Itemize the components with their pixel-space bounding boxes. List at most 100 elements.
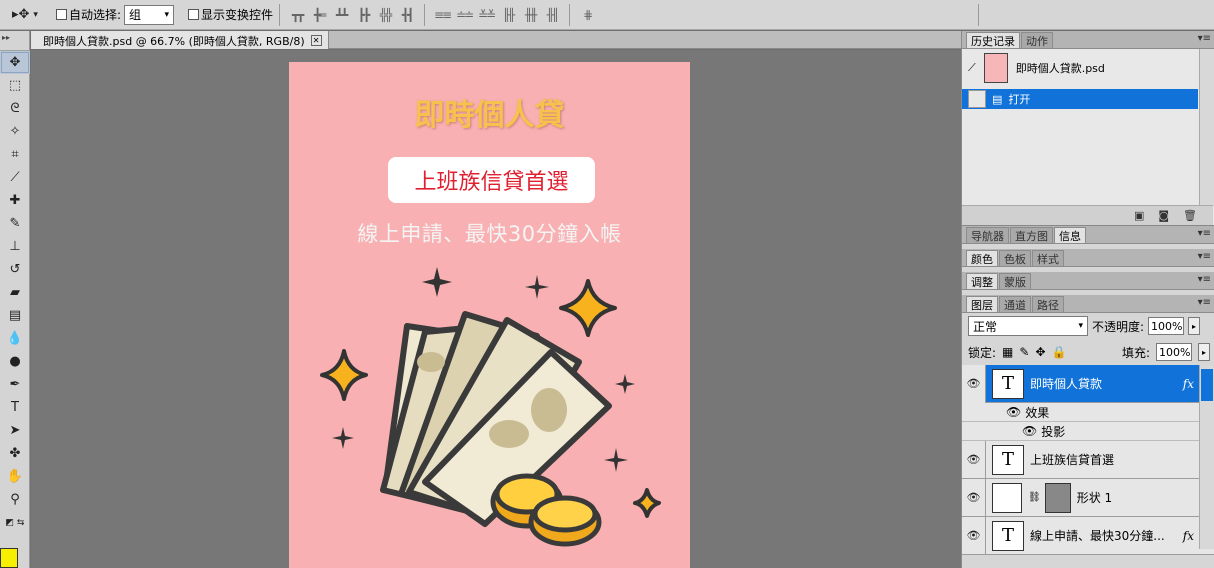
- brush-tool-icon[interactable]: ✎: [0, 212, 30, 235]
- opacity-input[interactable]: 100%: [1148, 317, 1185, 335]
- history-source-checkbox[interactable]: [968, 90, 986, 108]
- distribute-left-icon[interactable]: ╟╟: [497, 4, 519, 26]
- layers-scrollbar[interactable]: [1199, 365, 1214, 549]
- fill-slider-button[interactable]: ▸: [1198, 343, 1210, 361]
- tab-histogram[interactable]: 直方图: [1010, 227, 1053, 243]
- tab-actions[interactable]: 动作: [1021, 32, 1053, 48]
- eyedropper-tool-icon[interactable]: ⟋: [0, 166, 30, 189]
- close-icon[interactable]: ✕: [310, 35, 322, 46]
- tab-layers[interactable]: 图层: [966, 296, 998, 312]
- layer-row[interactable]: 👁 ⛓ 形状 1: [962, 478, 1214, 517]
- marquee-tool-icon[interactable]: ⬚: [0, 74, 30, 97]
- eye-icon[interactable]: 👁: [962, 364, 986, 403]
- path-selection-tool-icon[interactable]: ➤: [0, 419, 30, 442]
- lock-position-icon[interactable]: ✥: [1035, 345, 1045, 359]
- eye-icon[interactable]: 👁: [1022, 424, 1037, 438]
- history-brush-tool-icon[interactable]: ↺: [0, 258, 30, 281]
- tool-preset-picker[interactable]: ▸✥ ▾: [0, 3, 48, 27]
- auto-select-dropdown[interactable]: 组 ▾: [124, 4, 175, 25]
- magic-wand-tool-icon[interactable]: ✧: [0, 120, 30, 143]
- lock-all-icon[interactable]: 🔒: [1052, 345, 1067, 359]
- blur-tool-icon[interactable]: 💧: [0, 327, 30, 350]
- eye-icon[interactable]: 👁: [962, 478, 986, 517]
- blend-mode-dropdown[interactable]: 正常 ▾: [968, 316, 1088, 336]
- align-left-icon[interactable]: ┣┣: [352, 4, 374, 26]
- default-colors-icon[interactable]: ◩ ⇆: [0, 511, 30, 534]
- tab-info[interactable]: 信息: [1054, 227, 1086, 243]
- lock-pixels-icon[interactable]: ✎: [1019, 345, 1029, 359]
- align-hcenter-icon[interactable]: ╬╬: [374, 4, 396, 26]
- tab-paths[interactable]: 路径: [1032, 296, 1064, 312]
- canvas-workarea[interactable]: 即時個人貸 上班族信貸首選 線上申請、最快30分鐘入帳: [31, 50, 961, 568]
- scrollbar-thumb[interactable]: [1201, 369, 1213, 401]
- tab-masks[interactable]: 蒙版: [999, 273, 1031, 289]
- fill-input[interactable]: 100%: [1156, 343, 1192, 361]
- tab-adjustments[interactable]: 调整: [966, 273, 998, 289]
- panel-menu-icon[interactable]: ▾≡: [1198, 228, 1211, 239]
- tab-color[interactable]: 颜色: [966, 250, 998, 266]
- layer-row[interactable]: 👁 T 線上申請、最快30分鐘... fx: [962, 516, 1214, 555]
- tab-swatches[interactable]: 色板: [999, 250, 1031, 266]
- opacity-slider-button[interactable]: ▸: [1188, 317, 1201, 335]
- type-tool-icon[interactable]: T: [0, 396, 30, 419]
- align-top-icon[interactable]: ┳┳: [286, 4, 308, 26]
- gradient-tool-icon[interactable]: ▤: [0, 304, 30, 327]
- link-icon[interactable]: ⛓: [1028, 492, 1041, 503]
- align-right-icon[interactable]: ┫┫: [396, 4, 418, 26]
- foreground-color-swatch[interactable]: [0, 548, 18, 568]
- auto-select-checkbox[interactable]: 自动选择:: [56, 6, 121, 23]
- document-tab[interactable]: 即時個人貸款.psd @ 66.7% (即時個人貸款, RGB/8) ✕: [31, 31, 329, 49]
- camera-icon[interactable]: ◙: [1158, 209, 1169, 222]
- healing-brush-tool-icon[interactable]: ✚: [0, 189, 30, 212]
- eye-icon[interactable]: 👁: [962, 516, 986, 555]
- panel-menu-icon[interactable]: ▾≡: [1198, 274, 1211, 285]
- auto-align-icon[interactable]: ⋕: [576, 4, 598, 26]
- history-snapshot[interactable]: ⟋ 即時個人貸款.psd: [962, 49, 1198, 87]
- eye-icon[interactable]: 👁: [1006, 405, 1021, 419]
- tab-styles[interactable]: 样式: [1032, 250, 1064, 266]
- distribute-bottom-icon[interactable]: ≚≚: [475, 4, 497, 26]
- fx-icon[interactable]: fx: [1183, 529, 1194, 543]
- tab-navigator[interactable]: 导航器: [966, 227, 1009, 243]
- drop-shadow-row[interactable]: 👁 投影: [962, 422, 1214, 441]
- history-step-label: 打开: [1008, 93, 1031, 106]
- new-document-from-state-icon[interactable]: ▣: [1134, 209, 1144, 222]
- text-layer-thumbnail: T: [992, 444, 1024, 475]
- history-step[interactable]: ▤ 打开: [962, 89, 1198, 109]
- hand-tool-icon[interactable]: ✋: [0, 465, 30, 488]
- layer-row[interactable]: 👁 T 即時個人貸款 fx: [962, 364, 1214, 403]
- document-canvas[interactable]: 即時個人貸 上班族信貸首選 線上申請、最快30分鐘入帳: [289, 62, 690, 568]
- tab-history[interactable]: 历史记录: [966, 32, 1020, 48]
- crop-tool-icon[interactable]: ⌗: [0, 143, 30, 166]
- shape-tool-icon[interactable]: ✤: [0, 442, 30, 465]
- align-vcenter-icon[interactable]: ╋═: [308, 4, 330, 26]
- eraser-tool-icon[interactable]: ▰: [0, 281, 30, 304]
- history-scrollbar[interactable]: [1199, 49, 1214, 206]
- layer-row[interactable]: 👁 T 上班族信貸首選: [962, 440, 1214, 479]
- panel-menu-icon[interactable]: ▾≡: [1198, 33, 1211, 44]
- distribute-hcenter-icon[interactable]: ╫╫: [519, 4, 541, 26]
- lock-transparency-icon[interactable]: ▦: [1002, 345, 1013, 359]
- zoom-tool-icon[interactable]: ⚲: [0, 488, 30, 511]
- tab-channels[interactable]: 通道: [999, 296, 1031, 312]
- layer-effects-row[interactable]: 👁 效果: [962, 403, 1214, 422]
- move-tool-icon[interactable]: ✥: [0, 51, 30, 74]
- show-transform-checkbox[interactable]: 显示变换控件: [188, 6, 273, 23]
- history-brush-source-icon[interactable]: ⟋: [968, 61, 976, 75]
- lasso-tool-icon[interactable]: ᘓ: [0, 97, 30, 120]
- distribute-top-icon[interactable]: ≡≡: [431, 4, 453, 26]
- distribute-vcenter-icon[interactable]: ≐≐: [453, 4, 475, 26]
- clone-stamp-tool-icon[interactable]: ⊥: [0, 235, 30, 258]
- distribute-right-icon[interactable]: ╢╢: [541, 4, 563, 26]
- trash-icon[interactable]: 🗑: [1183, 209, 1197, 222]
- toolbox-grip[interactable]: ▸▸: [0, 31, 29, 51]
- pen-tool-icon[interactable]: ✒: [0, 373, 30, 396]
- panel-menu-icon[interactable]: ▾≡: [1198, 251, 1211, 262]
- lock-label: 锁定:: [968, 345, 997, 360]
- align-bottom-icon[interactable]: ┻┻: [330, 4, 352, 26]
- eye-icon[interactable]: 👁: [962, 440, 986, 479]
- dodge-tool-icon[interactable]: ●: [0, 350, 30, 373]
- fx-icon[interactable]: fx: [1183, 377, 1194, 391]
- effects-label: 效果: [1025, 405, 1050, 420]
- panel-menu-icon[interactable]: ▾≡: [1198, 297, 1211, 308]
